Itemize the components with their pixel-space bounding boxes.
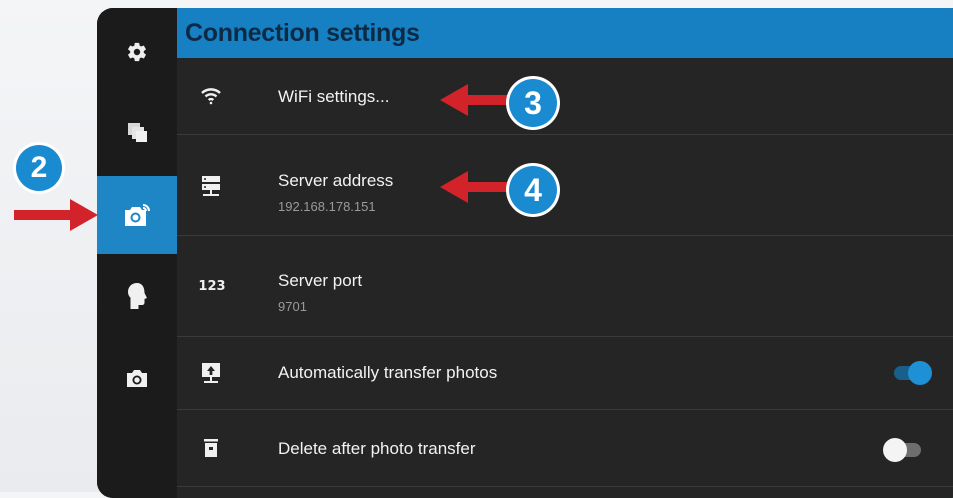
toggle-knob [908,361,932,385]
title-bar: Connection settings [177,8,953,58]
sidebar-item-connection[interactable] [97,176,177,254]
row-label: WiFi settings... [278,87,390,106]
camera-icon [127,370,147,387]
callout-badge-3: 3 [509,79,557,127]
head-icon [128,283,147,309]
gear-icon [128,42,146,62]
row-label: Server address [278,171,394,190]
sidebar-item-settings[interactable] [97,16,177,88]
row-label: Server port [278,271,363,290]
row-server-port[interactable]: 123 Server port 9701 [177,236,953,337]
row-auto-transfer[interactable]: Automatically transfer photos [177,337,953,410]
settings-panel: Connection settings WiFi settings... Ser… [177,8,953,498]
callout-arrow-2 [14,199,98,231]
row-wifi-settings[interactable]: WiFi settings... [177,58,953,135]
upload-icon [199,361,223,385]
row-label: Automatically transfer photos [278,363,498,382]
server-icon [199,174,223,198]
toggle-knob [883,438,907,462]
trash-icon [199,436,223,460]
callout-badge-2: 2 [16,145,62,191]
auto-transfer-toggle[interactable] [894,361,932,385]
number-icon: 123 [198,278,226,294]
row-delete-after-transfer[interactable]: Delete after photo transfer [177,410,953,487]
delete-after-transfer-toggle[interactable] [883,438,921,462]
callout-arrow-4 [440,171,510,203]
sidebar-item-camera[interactable] [97,342,177,414]
sidebar-item-copies[interactable] [97,96,177,168]
copy-icon [128,123,147,142]
callout-arrow-3 [440,84,510,116]
wifi-icon [199,84,223,108]
camera-wifi-icon [125,204,150,226]
sidebar-item-face[interactable] [97,260,177,332]
sidebar [97,8,177,498]
server-address-value: 192.168.178.151 [278,199,376,214]
row-server-address[interactable]: Server address 192.168.178.151 [177,135,953,236]
page-title: Connection settings [185,19,420,47]
row-label: Delete after photo transfer [278,439,476,458]
callout-badge-4: 4 [509,166,557,214]
server-port-value: 9701 [278,299,307,314]
